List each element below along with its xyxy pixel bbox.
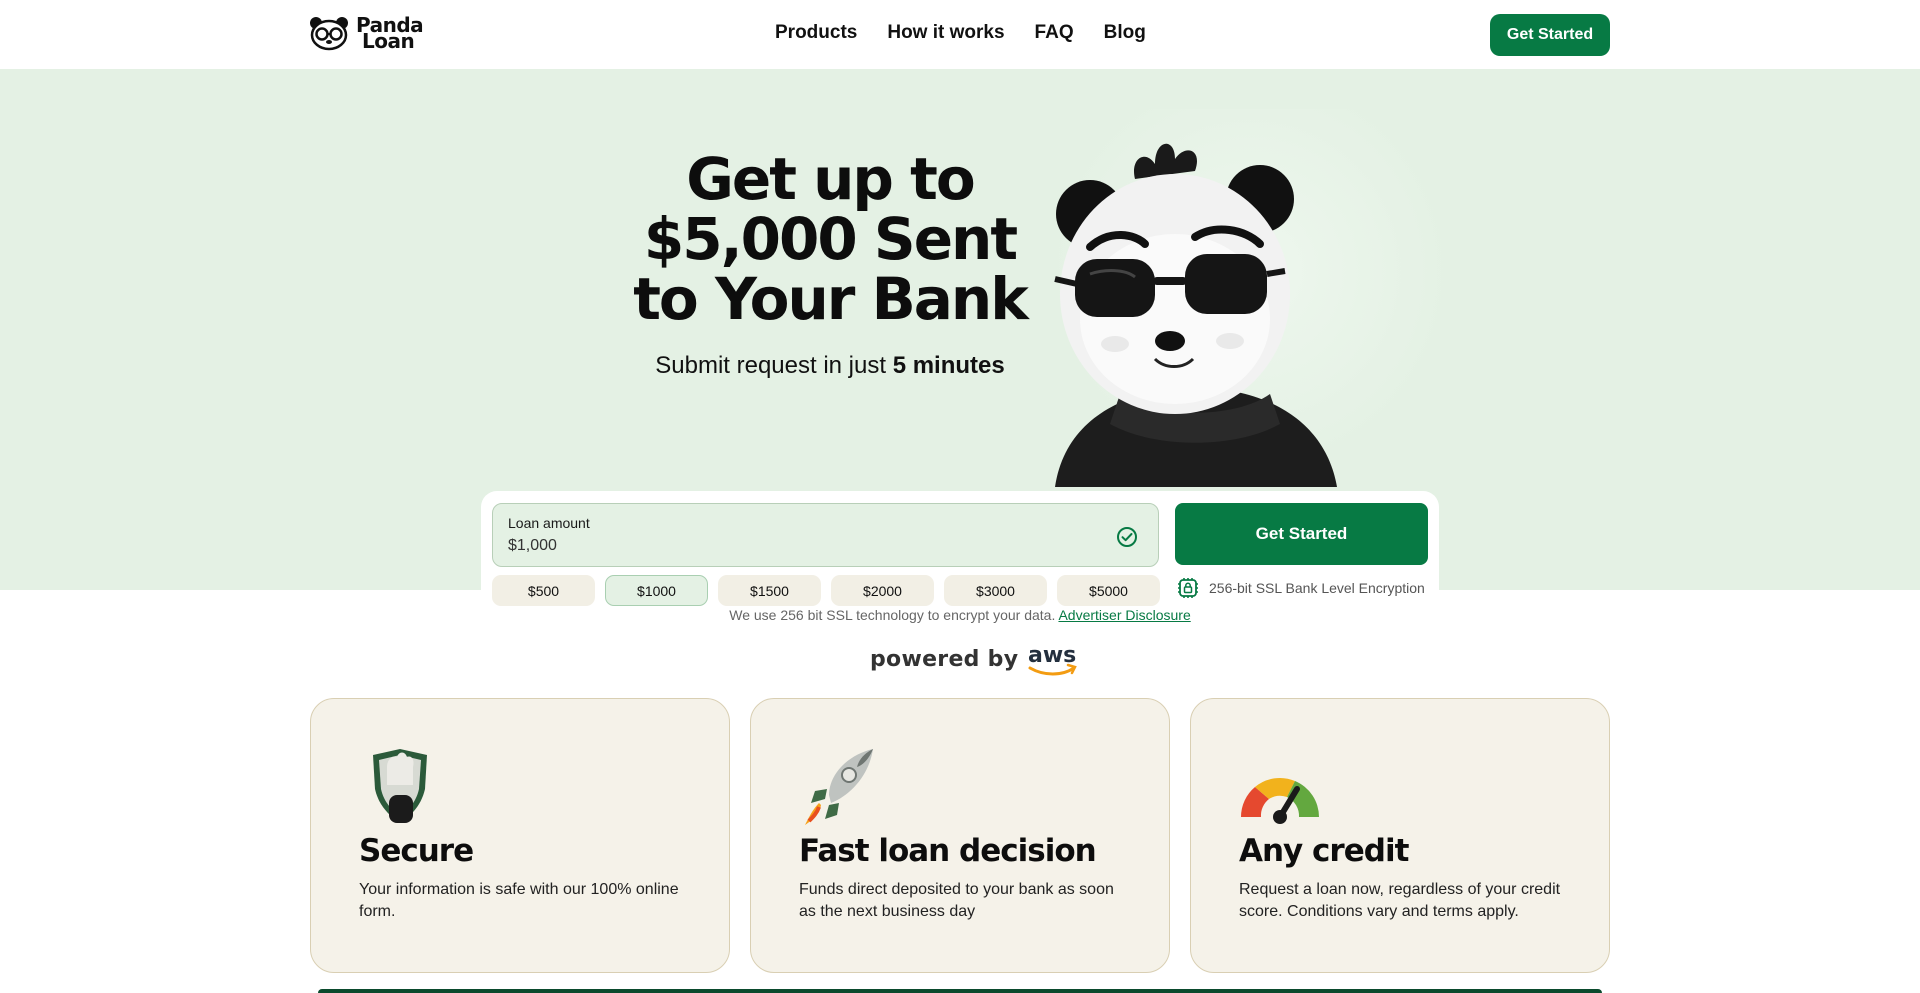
shield-icon [373, 749, 427, 823]
lock-chip-icon [1178, 578, 1198, 598]
feature-card-fast: Fast loan decision Funds direct deposite… [750, 698, 1170, 973]
amount-chip-1000[interactable]: $1000 [605, 575, 708, 606]
loan-request-card: Loan amount Get Started $500 $1000 $1500… [481, 491, 1439, 619]
main-nav: Products How it works FAQ Blog [775, 22, 1146, 44]
gauge-icon [1241, 777, 1319, 824]
disclaimer-text: We use 256 bit SSL technology to encrypt… [729, 607, 1056, 623]
nav-faq[interactable]: FAQ [1035, 22, 1074, 44]
panda-icon [310, 17, 348, 51]
feature-title-fast: Fast loan decision [799, 833, 1097, 869]
header-get-started-button[interactable]: Get Started [1490, 14, 1610, 56]
loan-get-started-button[interactable]: Get Started [1175, 503, 1428, 565]
loan-amount-field[interactable]: Loan amount [492, 503, 1159, 567]
hero-section: Get up to $5,000 Sent to Your Bank Submi… [0, 69, 1920, 619]
brand-line-2: Loan [362, 29, 415, 53]
aws-logo-icon: aws [1028, 643, 1078, 676]
ssl-badge: 256-bit SSL Bank Level Encryption [1175, 575, 1425, 601]
amount-chip-500[interactable]: $500 [492, 575, 595, 606]
rocket-icon [805, 749, 873, 825]
brand-name: Panda Loan [356, 15, 424, 53]
advertiser-disclosure-link[interactable]: Advertiser Disclosure [1058, 607, 1190, 623]
brand-logo[interactable]: Panda Loan [308, 15, 424, 53]
amount-chip-2000[interactable]: $2000 [831, 575, 934, 606]
site-header: Panda Loan Products How it works FAQ Blo… [0, 0, 1920, 69]
headline-line-3: to Your Bank [633, 265, 1029, 333]
loan-amount-input[interactable] [508, 537, 1068, 555]
loan-amount-label: Loan amount [508, 515, 590, 531]
next-section-edge [318, 989, 1602, 993]
feature-card-secure: Secure Your information is safe with our… [310, 698, 730, 973]
amount-chip-5000[interactable]: $5000 [1057, 575, 1160, 606]
nav-how-it-works[interactable]: How it works [887, 22, 1004, 44]
check-circle-icon [1117, 527, 1137, 547]
powered-by-text: powered by [870, 646, 1019, 672]
feature-desc-secure: Your information is safe with our 100% o… [359, 881, 679, 920]
subline-bold: 5 minutes [892, 352, 1005, 379]
nav-products[interactable]: Products [775, 22, 857, 44]
headline-line-2: $5,000 Sent [643, 205, 1018, 273]
feature-title-secure: Secure [359, 833, 474, 869]
nav-blog[interactable]: Blog [1104, 22, 1146, 44]
hero-headline: Get up to $5,000 Sent to Your Bank [560, 149, 1100, 329]
feature-desc-any-credit: Request a loan now, regardless of your c… [1239, 881, 1561, 920]
feature-desc-fast: Funds direct deposited to your bank as s… [799, 881, 1114, 920]
disclaimer: We use 256 bit SSL technology to encrypt… [0, 607, 1920, 623]
amount-chip-1500[interactable]: $1500 [718, 575, 821, 606]
feature-card-any-credit: Any credit Request a loan now, regardles… [1190, 698, 1610, 973]
ssl-text: 256-bit SSL Bank Level Encryption [1209, 580, 1425, 596]
hero-subline: Submit request in just 5 minutes [560, 352, 1100, 380]
subline-prefix: Submit request in just [655, 352, 893, 379]
amount-chips: $500 $1000 $1500 $2000 $3000 $5000 [492, 575, 1160, 606]
feature-cards: Secure Your information is safe with our… [310, 698, 1610, 973]
panda-mascot-illustration [1054, 143, 1337, 487]
amount-chip-3000[interactable]: $3000 [944, 575, 1047, 606]
powered-by-aws: powered by aws [870, 640, 1078, 678]
feature-title-any-credit: Any credit [1239, 833, 1409, 869]
headline-line-1: Get up to [686, 145, 975, 213]
